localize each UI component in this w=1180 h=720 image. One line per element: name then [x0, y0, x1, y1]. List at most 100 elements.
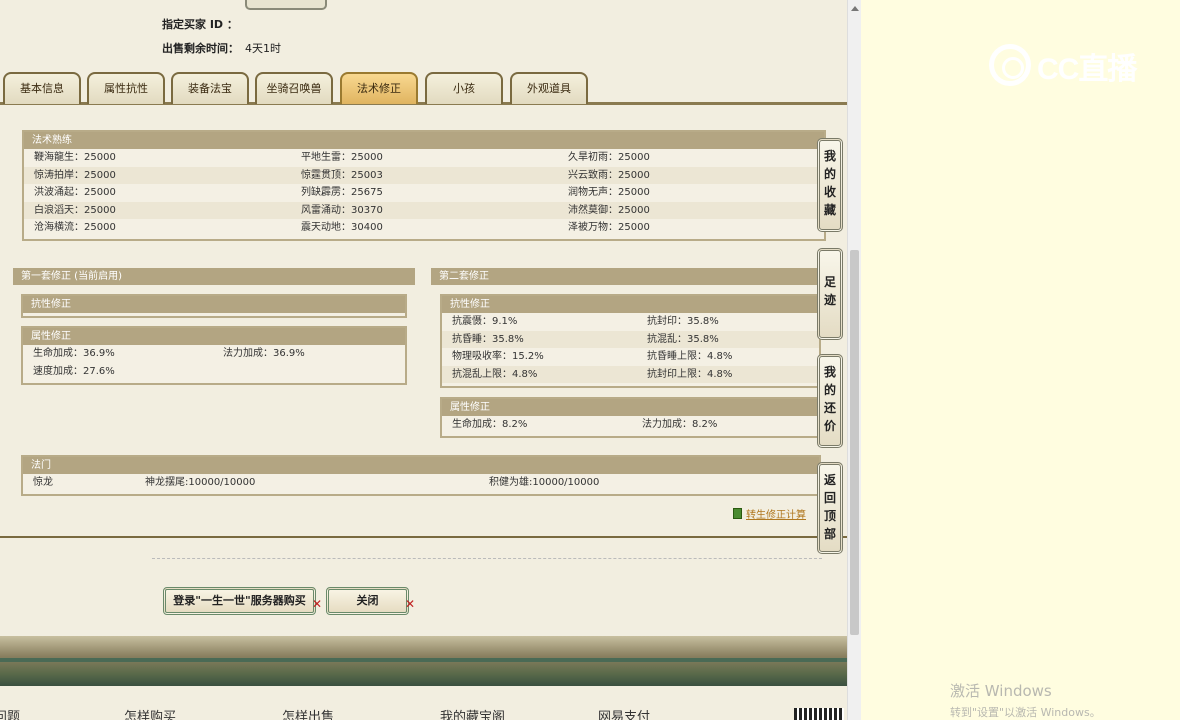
- scroll-up-arrow-icon[interactable]: [851, 6, 859, 11]
- attr-cell: 速度加成：27.6%: [33, 365, 115, 377]
- resist-cell: 抗震慑：9.1%: [452, 316, 518, 327]
- spell-mastery-box: 法术熟练 鞭海龍生：25000 平地生雷：25000 久旱初雨：25000 惊涛…: [22, 130, 826, 241]
- table-row: 抗昏睡：35.8% 抗混乱：35.8%: [442, 330, 819, 348]
- set2-resist-table: 抗震慑：9.1% 抗封印：35.8% 抗昏睡：35.8% 抗混乱：35.8% 物…: [442, 313, 819, 383]
- spell-cell: 沧海横流：25000: [34, 222, 116, 233]
- close-x-icon: ✕: [404, 597, 415, 611]
- tab-bar: 基本信息 属性抗性 装备法宝 坐骑召唤兽 法术修正 小孩 外观道具: [0, 70, 847, 105]
- spell-cell: 鞭海龍生：25000: [34, 152, 116, 163]
- tab-label: 基本信息: [20, 82, 64, 95]
- activate-title: 激活 Windows: [950, 682, 1052, 700]
- resist-cell: 抗昏睡：35.8%: [452, 333, 524, 345]
- footer-nav: 问题 怎样购买 怎样出售 我的藏宝阁 网易支付: [0, 686, 847, 720]
- table-row: 抗混乱上限：4.8% 抗封印上限：4.8%: [442, 365, 819, 383]
- close-x-icon: ✕: [311, 597, 322, 611]
- spell-cell: 风雷涌动：30370: [301, 204, 383, 216]
- footer-link-faq[interactable]: 问题: [0, 706, 20, 720]
- school-cell: 惊龙: [33, 477, 53, 488]
- scrollbar-thumb[interactable]: [850, 250, 859, 635]
- resist-cell: 抗混乱：35.8%: [647, 333, 719, 345]
- side-btn-label: 我的收藏: [824, 149, 837, 217]
- attr-cell: 生命加成：8.2%: [452, 419, 528, 430]
- attr-cell: 法力加成：8.2%: [642, 419, 718, 430]
- table-row: 抗震慑：9.1% 抗封印：35.8%: [442, 313, 819, 331]
- activate-subtitle: 转到"设置"以激活 Windows。: [950, 706, 1101, 719]
- trade-detail-page: 指定买家 ID ： 出售剩余时间： 4天1时 基本信息 属性抗性 装备法宝 坐骑召…: [0, 0, 847, 720]
- tab-spell-correction[interactable]: 法术修正: [340, 72, 418, 104]
- set1-title: 第一套修正 (当前启用): [13, 268, 415, 285]
- school-cell: 积健为雄:10000/10000: [489, 477, 600, 488]
- table-row: 生命加成：8.2% 法力加成：8.2%: [442, 416, 819, 434]
- close-label: 关闭: [356, 594, 379, 607]
- spell-cell: 兴云致雨：25000: [568, 169, 650, 181]
- footer-link-how-to-buy[interactable]: 怎样购买: [124, 706, 176, 720]
- qr-code-icon: [794, 708, 844, 720]
- footer-stripe: [0, 658, 847, 662]
- set1-resist-title: 抗性修正: [23, 296, 405, 313]
- spell-mastery-title: 法术熟练: [24, 132, 824, 149]
- table-row: 生命加成：36.9% 法力加成：36.9%: [23, 345, 405, 363]
- school-box: 法门 惊龙 神龙摆尾:10000/10000 积健为雄:10000/10000: [21, 455, 821, 496]
- side-btn-label: 我的还价: [824, 365, 837, 433]
- school-title: 法门: [23, 457, 819, 474]
- buyer-id-label: 指定买家 ID ：: [162, 18, 238, 31]
- resist-cell: 抗混乱上限：4.8%: [452, 368, 538, 380]
- buyer-id-row: 指定买家 ID ：: [162, 16, 238, 32]
- side-btn-my-counteroffers[interactable]: 我的还价: [817, 354, 843, 448]
- windows-activation-watermark: 激活 Windows 转到"设置"以激活 Windows。: [950, 680, 1101, 720]
- tab-appearance[interactable]: 外观道具: [510, 72, 588, 104]
- tab-equipment[interactable]: 装备法宝: [171, 72, 249, 104]
- rebirth-correction-calc-link[interactable]: 转生修正计算: [733, 506, 806, 521]
- footer-link-how-to-sell[interactable]: 怎样出售: [282, 706, 334, 720]
- table-row: 鞭海龍生：25000 平地生雷：25000 久旱初雨：25000: [24, 149, 824, 167]
- tab-label: 坐骑召唤兽: [266, 82, 322, 95]
- school-cell: 神龙摆尾:10000/10000: [145, 477, 256, 488]
- tab-label: 装备法宝: [188, 82, 232, 95]
- cc-logo-icon: [989, 44, 1031, 86]
- vertical-scrollbar[interactable]: [847, 0, 861, 720]
- resist-cell: 抗封印：35.8%: [647, 316, 719, 327]
- footer-band: [0, 636, 847, 686]
- set1-attr-table: 生命加成：36.9% 法力加成：36.9% 速度加成：27.6%: [23, 345, 405, 380]
- side-btn-label: 返回顶部: [824, 473, 837, 541]
- side-btn-label: 足迹: [824, 275, 837, 307]
- resist-cell: 抗封印上限：4.8%: [647, 368, 733, 380]
- cc-live-logo: CC直播: [985, 40, 1145, 88]
- spell-cell: 泽被万物：25000: [568, 222, 650, 233]
- resist-cell: 抗昏睡上限：4.8%: [647, 351, 733, 362]
- remaining-time-label: 出售剩余时间：: [162, 42, 239, 55]
- resist-cell: 物理吸收率：15.2%: [452, 351, 544, 362]
- recalc-link-label: 转生修正计算: [746, 510, 806, 521]
- tab-mounts-pets[interactable]: 坐骑召唤兽: [255, 72, 333, 104]
- spell-cell: 沛然莫御：25000: [568, 204, 650, 216]
- tab-label: 属性抗性: [104, 82, 148, 95]
- side-btn-back-to-top[interactable]: 返回顶部: [817, 462, 843, 554]
- set2-attr-table: 生命加成：8.2% 法力加成：8.2%: [442, 416, 819, 434]
- spell-cell: 洪波涌起：25000: [34, 187, 116, 198]
- spell-cell: 列缺霹雳：25675: [301, 187, 383, 198]
- table-row: 惊涛拍岸：25000 惊霆贯顶：25003 兴云致雨：25000: [24, 166, 824, 184]
- spell-cell: 惊霆贯顶：25003: [301, 169, 383, 181]
- tab-children[interactable]: 小孩: [425, 72, 503, 104]
- cc-logo-text: CC直播: [1037, 53, 1137, 86]
- footer-link-my-treasure[interactable]: 我的藏宝阁: [440, 706, 505, 720]
- set1-attr-box: 属性修正 生命加成：36.9% 法力加成：36.9% 速度加成：27.6%: [21, 326, 407, 385]
- spell-cell: 润物无声：25000: [568, 187, 650, 198]
- login-buy-button[interactable]: 登录"一生一世"服务器购买 ✕: [163, 587, 322, 615]
- spell-cell: 震天动地：30400: [301, 222, 383, 233]
- table-row: 沧海横流：25000 震天动地：30400 泽被万物：25000: [24, 219, 824, 237]
- tab-basic-info[interactable]: 基本信息: [3, 72, 81, 104]
- set2-title: 第二套修正: [431, 268, 821, 285]
- spell-cell: 惊涛拍岸：25000: [34, 169, 116, 181]
- set2-resist-title: 抗性修正: [442, 296, 819, 313]
- spell-cell: 白浪滔天：25000: [34, 204, 116, 216]
- attr-cell: 生命加成：36.9%: [33, 348, 115, 359]
- tab-attr-resist[interactable]: 属性抗性: [87, 72, 165, 104]
- login-buy-label: 登录"一生一世"服务器购买: [173, 594, 306, 607]
- close-button[interactable]: 关闭 ✕: [326, 587, 415, 615]
- side-btn-my-favorites[interactable]: 我的收藏: [817, 138, 843, 232]
- spell-cell: 平地生雷：25000: [301, 152, 383, 163]
- side-btn-footprints[interactable]: 足迹: [817, 248, 843, 340]
- remaining-time-value: 4天1时: [245, 42, 281, 55]
- footer-link-netease-pay[interactable]: 网易支付: [598, 706, 650, 720]
